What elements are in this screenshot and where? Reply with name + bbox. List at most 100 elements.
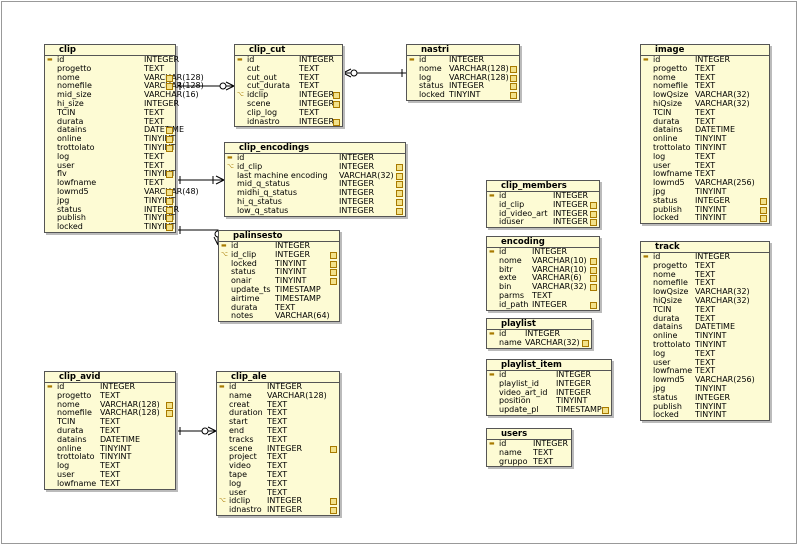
index-icon (760, 197, 767, 205)
primary-key-icon: ▬ (489, 248, 495, 255)
index-icon (333, 100, 340, 108)
table-users[interactable]: users ▬ id INTEGER name TEXT gruppo TEXT (486, 428, 572, 468)
table-clip_ale[interactable]: clip_ale ▬ id INTEGER name VARCHAR(128) creat T… (216, 371, 340, 516)
index-icon (166, 188, 173, 196)
index-icon (166, 144, 173, 152)
column-name: update_pl (499, 405, 539, 415)
index-icon (396, 172, 403, 180)
index-icon (333, 92, 340, 100)
column-name: locked (419, 90, 445, 100)
table-clip_avid[interactable]: clip_avid ▬ id INTEGER progetto TEXT nome VARCH… (44, 371, 176, 490)
table-row[interactable]: notes VARCHAR(64) (219, 312, 339, 321)
column-type: TINYINT (449, 90, 481, 100)
table-row[interactable]: locked TINYINT (641, 411, 769, 420)
column-type: VARCHAR(32) (525, 337, 580, 347)
primary-key-icon: ▬ (221, 242, 227, 249)
primary-key-icon: ▬ (47, 383, 53, 390)
column-name: idnastro (247, 116, 280, 126)
primary-key-icon: ▬ (489, 371, 495, 378)
column-type: INTEGER (532, 299, 568, 309)
column-name: gruppo (499, 456, 528, 466)
primary-key-icon: ▬ (237, 56, 243, 63)
column-name: idnastro (229, 505, 262, 515)
index-icon (166, 171, 173, 179)
index-icon (510, 65, 517, 73)
column-type: INTEGER (339, 205, 375, 215)
index-icon (166, 410, 173, 418)
column-type: VARCHAR(64) (275, 311, 330, 321)
primary-key-icon: ▬ (219, 383, 225, 390)
index-icon (590, 266, 597, 274)
table-row[interactable]: locked TINYINT (641, 214, 769, 223)
table-track[interactable]: track ▬ id INTEGER progetto TEXT nome TEXT nomef… (640, 241, 770, 422)
index-icon (590, 210, 597, 218)
foreign-key-icon: ⌥ (219, 497, 226, 505)
table-clip[interactable]: clip ▬ id INTEGER progetto TEXT nome VARCHAR(12… (44, 44, 204, 233)
index-icon (330, 269, 337, 277)
index-icon (166, 197, 173, 205)
index-icon (166, 401, 173, 409)
index-icon (602, 407, 609, 415)
table-playlist[interactable]: playlist ▬ id INTEGER name VARCHAR(32) (486, 318, 592, 349)
column-name: notes (231, 311, 254, 321)
column-type: TIMESTAMP (556, 405, 602, 415)
primary-key-icon: ▬ (643, 56, 649, 63)
index-icon (396, 198, 403, 206)
table-palinsesto[interactable]: palinsesto ▬ id INTEGER ⌥ id_clip INTEGER locke… (218, 230, 340, 323)
column-name: low_q_status (237, 205, 289, 215)
table-encoding[interactable]: encoding ▬ id INTEGER nome VARCHAR(10) bitr VAR… (486, 236, 600, 311)
index-icon (330, 507, 337, 515)
foreign-key-icon: ⌥ (227, 162, 234, 170)
table-row[interactable]: locked TINYINT (407, 90, 519, 100)
table-title: clip_encodings (225, 143, 405, 154)
primary-key-icon: ▬ (409, 56, 415, 63)
table-clip_cut[interactable]: clip_cut ▬ id INTEGER cut TEXT cut_out TEXT cut_… (234, 44, 343, 128)
table-row[interactable]: idnastro INTEGER (217, 505, 339, 515)
column-name: lowfname (57, 478, 97, 488)
table-playlist_item[interactable]: playlist_item ▬ id INTEGER playlist_id INTEGE… (486, 359, 612, 416)
table-row[interactable]: update_pl TIMESTAMP (487, 405, 611, 415)
index-icon (333, 118, 340, 126)
primary-key-icon: ▬ (643, 253, 649, 260)
index-icon (590, 284, 597, 292)
table-nastri[interactable]: nastri ▬ id INTEGER nome VARCHAR(128) log VARCH… (406, 44, 520, 101)
index-icon (330, 498, 337, 506)
table-row[interactable]: id_path INTEGER (487, 299, 599, 310)
index-icon (760, 206, 767, 214)
table-clip_members[interactable]: clip_members ▬ id INTEGER id_clip INTEGER id_v… (486, 180, 600, 229)
foreign-key-icon: ⌥ (237, 91, 244, 99)
table-clip_encodings[interactable]: clip_encodings ▬ id INTEGER ⌥ id_clip INTEGER l… (224, 142, 406, 217)
index-icon (396, 207, 403, 215)
column-name: locked (57, 222, 83, 232)
column-name: name (499, 337, 522, 347)
index-icon (590, 257, 597, 265)
rel-clip-palinsesto (176, 229, 219, 245)
index-icon (510, 92, 517, 100)
column-name: id_path (499, 299, 529, 309)
column-type: TINYINT (695, 410, 727, 420)
index-icon (590, 301, 597, 309)
table-row[interactable]: locked TINYINT (45, 222, 175, 232)
table-row[interactable]: low_q_status INTEGER (225, 205, 405, 216)
column-name: locked (653, 410, 679, 420)
table-row[interactable]: iduser INTEGER (487, 218, 599, 227)
table-image[interactable]: image ▬ id INTEGER progetto TEXT nome TEXT nomef… (640, 44, 770, 225)
foreign-key-icon: ⌥ (221, 250, 228, 258)
table-row[interactable]: idnastro INTEGER (235, 116, 342, 127)
index-icon (510, 74, 517, 82)
column-name: locked (653, 213, 679, 223)
primary-key-icon: ▬ (489, 440, 495, 447)
index-icon (166, 224, 173, 232)
index-icon (582, 339, 589, 347)
column-type: INTEGER (267, 505, 303, 515)
primary-key-icon: ▬ (489, 330, 495, 337)
column-type: TINYINT (695, 213, 727, 223)
table-row[interactable]: lowfname TEXT (45, 478, 175, 489)
table-row[interactable]: gruppo TEXT (487, 456, 571, 467)
column-type: INTEGER (299, 116, 335, 126)
index-icon (330, 260, 337, 268)
primary-key-icon: ▬ (227, 154, 233, 161)
table-row[interactable]: name VARCHAR(32) (487, 337, 591, 348)
index-icon (330, 278, 337, 286)
index-icon (510, 83, 517, 91)
